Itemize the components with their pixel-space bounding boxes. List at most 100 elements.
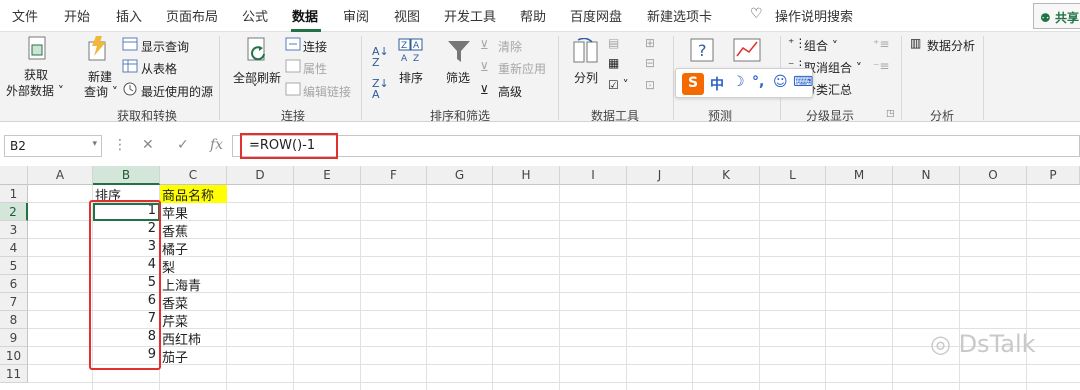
share-button[interactable]: ⚉ 共享: [1033, 3, 1080, 29]
cell-c1[interactable]: 商品名称: [160, 185, 227, 204]
refresh-all-dropdown[interactable]: ˅: [252, 82, 258, 96]
column-header-a[interactable]: A: [28, 166, 93, 185]
flash-fill-icon[interactable]: ▤: [608, 36, 619, 50]
row-header-11[interactable]: 11: [0, 365, 28, 383]
tell-me-search[interactable]: 操作说明搜索: [775, 6, 853, 25]
tab-view[interactable]: 视图: [394, 6, 420, 25]
tab-new-tab[interactable]: 新建选项卡: [647, 6, 712, 25]
remove-duplicates-icon[interactable]: ▦: [608, 56, 619, 70]
column-header-h[interactable]: H: [493, 166, 560, 185]
tab-formulas[interactable]: 公式: [242, 6, 268, 25]
split-button[interactable]: 分列: [574, 69, 598, 86]
tab-help[interactable]: 帮助: [520, 6, 546, 25]
edit-links-button[interactable]: 编辑链接: [303, 83, 351, 100]
recent-sources-button[interactable]: 最近使用的源: [141, 83, 213, 100]
enter-icon[interactable]: ✓: [177, 137, 189, 153]
get-data-button[interactable]: 获取: [24, 66, 48, 83]
clear-button[interactable]: 清除: [498, 38, 522, 55]
tab-baidu-netdisk[interactable]: 百度网盘: [570, 6, 622, 25]
reapply-button[interactable]: 重新应用: [498, 60, 546, 77]
new-query-label-2[interactable]: 查询 ˅: [84, 83, 118, 100]
column-header-n[interactable]: N: [893, 166, 960, 185]
what-if-analysis-icon: ?: [690, 38, 714, 62]
column-header-f[interactable]: F: [361, 166, 427, 185]
cell-c7[interactable]: 香菜: [162, 293, 242, 312]
column-header-g[interactable]: G: [427, 166, 493, 185]
cell-c2[interactable]: 苹果: [162, 203, 242, 222]
formula-input[interactable]: =ROW()-1: [240, 133, 338, 159]
row-header-1[interactable]: 1: [0, 185, 28, 203]
cell-c4[interactable]: 橘子: [162, 239, 242, 258]
data-validation-icon[interactable]: ☑ ˅: [608, 78, 629, 92]
column-header-l[interactable]: L: [760, 166, 826, 185]
gridline: [492, 185, 493, 390]
row-header-2[interactable]: 2: [0, 203, 28, 221]
row-header-3[interactable]: 3: [0, 221, 28, 239]
row-header-9[interactable]: 9: [0, 329, 28, 347]
column-header-d[interactable]: D: [227, 166, 294, 185]
cancel-icon[interactable]: ✕: [142, 137, 154, 153]
column-header-p[interactable]: P: [1027, 166, 1080, 185]
ime-toolbar[interactable]: S 中 ☽ °, ☺ ⌨: [675, 68, 813, 98]
insert-function-icon[interactable]: fx: [210, 137, 223, 153]
tab-page-layout[interactable]: 页面布局: [166, 6, 218, 25]
tab-data[interactable]: 数据: [292, 6, 318, 25]
cell-c8[interactable]: 芹菜: [162, 311, 242, 330]
cell-c3[interactable]: 香蕉: [162, 221, 242, 240]
column-header-c[interactable]: C: [160, 166, 227, 185]
outline-dialog-launcher-icon[interactable]: ◳: [886, 109, 895, 119]
sort-az-icon[interactable]: A↓ Z: [372, 46, 389, 68]
cell-c10[interactable]: 茄子: [162, 347, 242, 366]
svg-text:A: A: [413, 41, 420, 51]
manage-data-model-icon[interactable]: ⊡: [645, 78, 655, 92]
show-detail-icon[interactable]: ⁺≡: [873, 37, 889, 51]
properties-button[interactable]: 属性: [303, 60, 327, 77]
column-header-i[interactable]: I: [560, 166, 627, 185]
cell-c6[interactable]: 上海青: [162, 275, 242, 294]
show-queries-button[interactable]: 显示查询: [141, 38, 189, 55]
sort-za-icon[interactable]: Z↓ A: [372, 78, 389, 100]
worksheet-grid[interactable]: A B C D E F G H I J K L M N O P 1 2 3 4 …: [0, 166, 1080, 390]
analysis-group-label: 分析: [930, 109, 955, 123]
keyboard-icon[interactable]: ⌨: [793, 74, 813, 90]
column-header-m[interactable]: M: [826, 166, 893, 185]
data-analysis-button[interactable]: 数据分析: [927, 37, 975, 54]
row-header-7[interactable]: 7: [0, 293, 28, 311]
consolidate-icon[interactable]: ⊞: [645, 36, 655, 50]
column-header-k[interactable]: K: [693, 166, 760, 185]
row-header-8[interactable]: 8: [0, 311, 28, 329]
row-header-10[interactable]: 10: [0, 347, 28, 365]
from-table-button[interactable]: 从表格: [141, 60, 177, 77]
tab-home[interactable]: 开始: [64, 6, 90, 25]
column-header-e[interactable]: E: [294, 166, 361, 185]
column-header-b[interactable]: B: [93, 166, 160, 185]
punctuation-icon[interactable]: °,: [752, 74, 764, 90]
tab-developer[interactable]: 开发工具: [444, 6, 496, 25]
row-header-4[interactable]: 4: [0, 239, 28, 257]
advanced-button[interactable]: 高级: [498, 83, 522, 100]
filter-button[interactable]: 筛选: [446, 69, 470, 86]
select-all-corner[interactable]: [0, 166, 28, 185]
cell-c5[interactable]: 梨: [162, 257, 242, 276]
chevron-down-icon[interactable]: ▾: [92, 139, 97, 149]
hide-detail-icon[interactable]: ⁻≡: [873, 59, 889, 73]
tab-review[interactable]: 审阅: [343, 6, 369, 25]
highlight-annotation-box: [89, 200, 161, 370]
name-box[interactable]: B2 ▾: [4, 135, 102, 157]
row-header-6[interactable]: 6: [0, 275, 28, 293]
column-header-o[interactable]: O: [960, 166, 1027, 185]
row-header-5[interactable]: 5: [0, 257, 28, 275]
connections-button[interactable]: 连接: [303, 38, 327, 55]
get-data-label-2[interactable]: 外部数据 ˅: [6, 82, 64, 99]
emoji-icon[interactable]: ☺: [773, 74, 788, 90]
column-header-j[interactable]: J: [627, 166, 693, 185]
tab-insert[interactable]: 插入: [116, 6, 142, 25]
group-button[interactable]: 组合 ˅: [804, 37, 838, 54]
moon-icon[interactable]: ☽: [732, 74, 745, 90]
formula-input-area[interactable]: [232, 135, 1080, 157]
relationships-icon[interactable]: ⊟: [645, 56, 655, 70]
cell-c9[interactable]: 西红柿: [162, 329, 242, 348]
sort-button[interactable]: 排序: [399, 69, 423, 86]
ime-language-toggle[interactable]: 中: [710, 74, 724, 94]
tab-file[interactable]: 文件: [12, 6, 38, 25]
